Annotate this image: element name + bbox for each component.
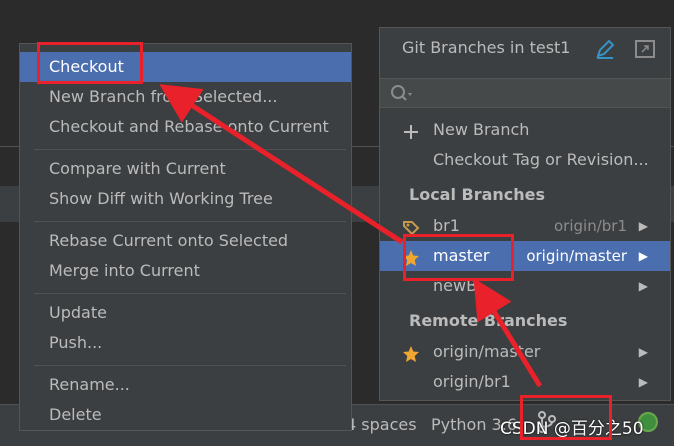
submenu-arrow-icon: ▶ (638, 279, 648, 293)
popup-title: Git Branches in test1 (402, 38, 571, 57)
annotation-box-checkout (37, 42, 143, 84)
menu-separator (34, 293, 346, 294)
menu-item-show-diff[interactable]: Show Diff with Working Tree (34, 184, 350, 214)
indent-indicator[interactable]: 4 spaces (346, 415, 417, 434)
branch-name: origin/br1 (433, 372, 511, 391)
submenu-arrow-icon: ▶ (638, 345, 648, 359)
edit-icon[interactable] (594, 38, 616, 60)
remote-branch-row-origin-master[interactable]: origin/master ▶ (380, 337, 670, 367)
menu-item-merge-into-current[interactable]: Merge into Current (34, 256, 350, 286)
branch-context-menu: Checkout New Branch from Selected... Che… (19, 43, 352, 431)
action-label: Checkout Tag or Revision... (433, 150, 649, 169)
local-branches-header: Local Branches (409, 185, 546, 204)
menu-separator (34, 221, 346, 222)
menu-item-update[interactable]: Update (34, 298, 350, 328)
menu-separator (34, 365, 346, 366)
action-checkout-tag[interactable]: Checkout Tag or Revision... (380, 145, 670, 175)
action-label: New Branch (433, 120, 530, 139)
branch-name: origin/master (433, 342, 541, 361)
menu-item-rebase-current[interactable]: Rebase Current onto Selected (34, 226, 350, 256)
plus-icon (402, 121, 420, 139)
branch-search-input[interactable] (380, 78, 670, 108)
menu-item-compare-with-current[interactable]: Compare with Current (34, 154, 350, 184)
remote-branch-row-origin-br1[interactable]: origin/br1 ▶ (380, 367, 670, 397)
submenu-arrow-icon: ▶ (638, 249, 648, 263)
search-icon (391, 85, 412, 101)
action-new-branch[interactable]: New Branch (380, 115, 670, 145)
expand-icon[interactable] (634, 38, 656, 60)
tracking-branch: origin/master (526, 247, 627, 265)
tag-icon (402, 217, 420, 236)
annotation-box-branch-widget (520, 395, 612, 440)
submenu-arrow-icon: ▶ (638, 375, 648, 389)
submenu-arrow-icon: ▶ (638, 219, 648, 233)
menu-item-checkout-and-rebase[interactable]: Checkout and Rebase onto Current (34, 112, 350, 142)
remote-branches-header: Remote Branches (409, 311, 568, 330)
annotation-box-master (403, 234, 514, 281)
menu-separator (34, 149, 346, 150)
menu-item-push[interactable]: Push... (34, 328, 350, 358)
menu-item-delete[interactable]: Delete (34, 400, 350, 430)
star-icon (402, 343, 420, 362)
menu-item-new-branch-from-selected[interactable]: New Branch from Selected... (34, 82, 350, 112)
tracking-branch: origin/br1 (554, 217, 627, 235)
menu-item-rename[interactable]: Rename... (34, 370, 350, 400)
git-branches-popup: Git Branches in test1 New Branch Checkou… (379, 27, 671, 401)
